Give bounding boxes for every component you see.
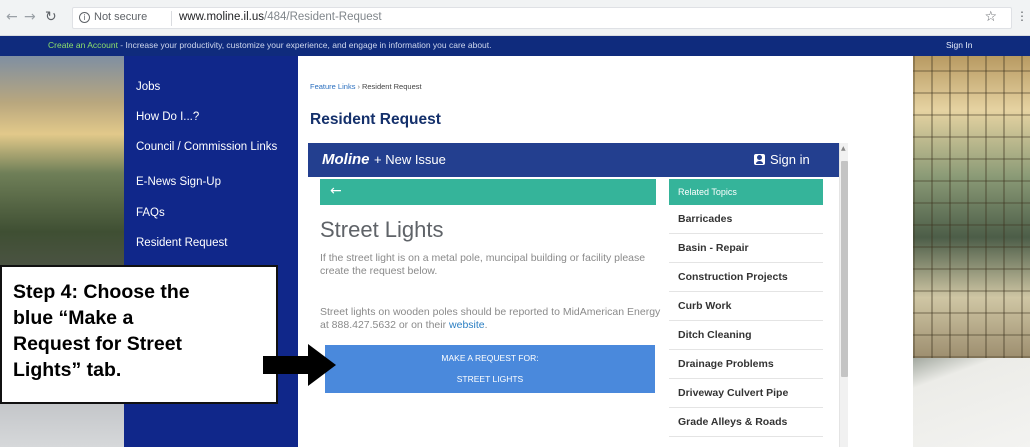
main-content: Feature Links › Resident Request Resident … bbox=[298, 56, 913, 447]
instruction-text: Step 4: Choose the blue “Make a Request … bbox=[13, 281, 190, 381]
wooden-pole-note-end: . bbox=[484, 319, 488, 331]
building-photo-windows bbox=[913, 56, 1030, 358]
breadcrumb-parent-link[interactable]: Feature Links bbox=[310, 82, 355, 91]
related-topic-label: Drainage Problems bbox=[678, 358, 774, 370]
sidebar-item-jobs[interactable]: Jobs bbox=[136, 81, 160, 93]
forward-arrow-icon[interactable]: → bbox=[24, 9, 36, 25]
midamerican-website-link[interactable]: website bbox=[449, 319, 485, 331]
create-account-link[interactable]: Create an Account bbox=[48, 40, 118, 50]
arrow-left-icon: ← bbox=[330, 183, 342, 199]
related-topic-item[interactable]: Barricades bbox=[669, 205, 823, 234]
back-button[interactable]: ← bbox=[320, 179, 656, 205]
info-icon: i bbox=[79, 11, 90, 23]
wooden-pole-note: Street lights on wooden poles should be … bbox=[320, 306, 670, 332]
related-topic-label: Ditch Cleaning bbox=[678, 329, 752, 341]
site-sign-in-link[interactable]: Sign In bbox=[946, 40, 972, 50]
app-scrollbar[interactable]: ▲ bbox=[839, 143, 848, 447]
sidebar-item-council-commission-links[interactable]: Council / Commission Links bbox=[136, 141, 277, 153]
topic-title: Street Lights bbox=[320, 217, 444, 242]
topic-description: If the street light is on a metal pole, … bbox=[320, 252, 646, 277]
scroll-up-arrow-icon[interactable]: ▲ bbox=[841, 145, 846, 152]
related-topics-title: Related Topics bbox=[678, 187, 737, 197]
back-arrow-icon[interactable]: ← bbox=[6, 9, 18, 25]
page-title: Resident Request bbox=[310, 111, 441, 128]
instruction-callout: Step 4: Choose the blue “Make a Request … bbox=[0, 265, 278, 404]
url-host: www.moline.il.us bbox=[179, 11, 264, 23]
request-button-line1: MAKE A REQUEST FOR: bbox=[441, 353, 539, 363]
breadcrumb: Feature Links › Resident Request bbox=[310, 82, 422, 91]
related-topic-item[interactable]: Driveway Culvert Pipe bbox=[669, 379, 823, 408]
app-brand-link[interactable]: Moline bbox=[322, 151, 370, 168]
related-topic-item[interactable]: Basin - Repair bbox=[669, 234, 823, 263]
app-scrollbar-thumb[interactable] bbox=[841, 161, 848, 377]
address-divider bbox=[171, 11, 172, 26]
app-sign-in-button[interactable]: Sign in bbox=[754, 152, 810, 167]
url-text[interactable]: www.moline.il.us/484/Resident-Request bbox=[179, 11, 382, 23]
address-bar[interactable]: i Not secure www.moline.il.us/484/Reside… bbox=[72, 7, 1012, 29]
sidebar-item-enews-signup[interactable]: E-News Sign-Up bbox=[136, 176, 221, 188]
make-request-button[interactable]: MAKE A REQUEST FOR: STREET LIGHTS bbox=[325, 345, 655, 393]
breadcrumb-current: Resident Request bbox=[361, 82, 422, 91]
related-topic-label: Driveway Culvert Pipe bbox=[678, 387, 789, 399]
browser-menu-icon[interactable]: ⋮ bbox=[1016, 9, 1028, 23]
related-topic-item[interactable]: Drainage Problems bbox=[669, 350, 823, 379]
user-icon bbox=[754, 154, 765, 165]
related-topic-item[interactable]: Construction Projects bbox=[669, 263, 823, 292]
related-topic-label: Basin - Repair bbox=[678, 242, 749, 254]
app-sign-in-label: Sign in bbox=[770, 152, 810, 167]
reload-icon[interactable]: ↻ bbox=[45, 9, 57, 25]
sidebar-item-faqs[interactable]: FAQs bbox=[136, 207, 165, 219]
breadcrumb-separator: › bbox=[357, 82, 360, 91]
page-root: ← → ↻ i Not secure www.moline.il.us/484/… bbox=[0, 0, 1030, 447]
related-topics-header: Related Topics bbox=[669, 179, 823, 205]
security-indicator[interactable]: i Not secure bbox=[79, 11, 147, 23]
pointer-arrow-icon bbox=[263, 344, 336, 386]
sidebar-item-resident-request[interactable]: Resident Request bbox=[136, 237, 227, 249]
account-tagline-text: - Increase your productivity, customize … bbox=[117, 40, 492, 50]
related-topic-label: Barricades bbox=[678, 213, 733, 225]
browser-toolbar: ← → ↻ i Not secure www.moline.il.us/484/… bbox=[0, 0, 1030, 36]
url-path: /484/Resident-Request bbox=[264, 11, 382, 23]
new-issue-button[interactable]: + New Issue bbox=[374, 152, 446, 167]
bookmark-star-icon[interactable]: ☆ bbox=[984, 9, 997, 25]
related-topic-label: Curb Work bbox=[678, 300, 732, 312]
account-bar: Create an Account - Increase your produc… bbox=[0, 36, 1030, 56]
related-topic-item[interactable]: Curb Work bbox=[669, 292, 823, 321]
security-label: Not secure bbox=[94, 11, 148, 23]
related-topic-label: Grade Alleys & Roads bbox=[678, 416, 788, 428]
related-topic-label: Construction Projects bbox=[678, 271, 788, 283]
account-tagline: Create an Account - Increase your produc… bbox=[48, 40, 492, 50]
wooden-pole-note-text: Street lights on wooden poles should be … bbox=[320, 306, 661, 331]
embedded-request-app: Moline + New Issue Sign in ← Street Ligh… bbox=[308, 143, 848, 447]
building-photo bbox=[913, 56, 1030, 358]
related-topic-item[interactable]: Grade Alleys & Roads bbox=[669, 408, 823, 437]
request-button-line2: STREET LIGHTS bbox=[456, 374, 524, 384]
sidebar-item-how-do-i[interactable]: How Do I...? bbox=[136, 111, 199, 123]
app-header: Moline + New Issue Sign in bbox=[308, 143, 839, 177]
related-topic-item[interactable]: Ditch Cleaning bbox=[669, 321, 823, 350]
